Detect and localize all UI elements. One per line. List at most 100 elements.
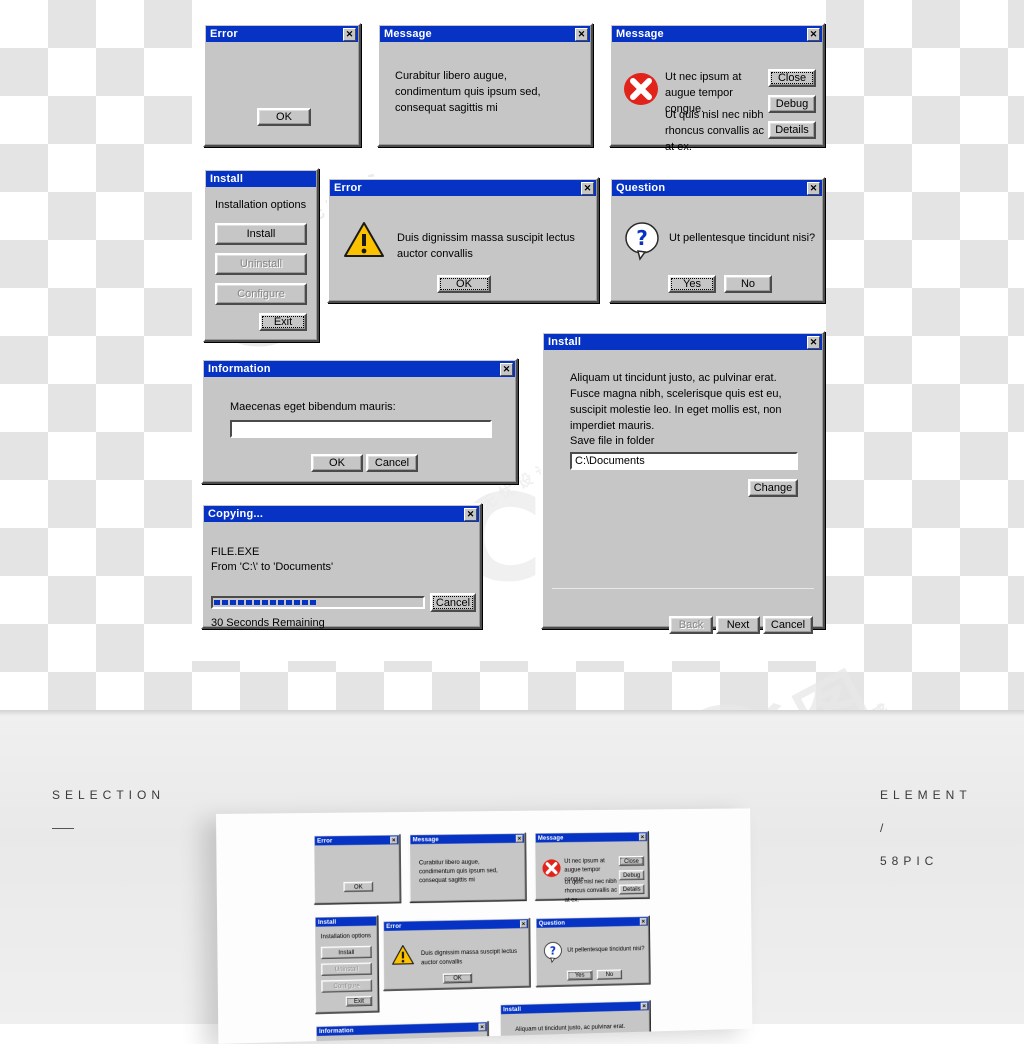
close-icon: ✕	[520, 920, 527, 927]
close-icon[interactable]: ✕	[807, 336, 820, 349]
close-icon: ✕	[516, 835, 523, 842]
preview-title: Question	[539, 918, 640, 927]
ok-button[interactable]: OK	[437, 275, 491, 293]
preview-dialog-information: Information ✕ Maecenas eget bibendum mau…	[315, 1021, 489, 1044]
progress-segment	[214, 600, 220, 605]
progress-segment	[286, 600, 292, 605]
dialog-install-options[interactable]: Install Installation options Install Uni…	[203, 168, 319, 342]
progress-segment	[294, 600, 300, 605]
text-input[interactable]	[230, 420, 492, 438]
folder-label: Save file in folder	[570, 434, 654, 450]
preview-title: Install	[318, 918, 375, 926]
cancel-button[interactable]: Cancel	[366, 454, 418, 472]
exit-button[interactable]: Exit	[259, 313, 307, 331]
dialog-title: Information	[208, 363, 500, 375]
configure-button: Configure	[321, 979, 372, 993]
warning-icon	[343, 221, 385, 262]
progress-segment	[238, 600, 244, 605]
cancel-button[interactable]: Cancel	[763, 616, 813, 634]
folder-input[interactable]	[570, 452, 798, 470]
dialog-error-ok[interactable]: Error ✕ OK	[203, 23, 361, 147]
progress-segment	[230, 600, 236, 605]
dialog-body: Curabitur libero augue, condimentum quis…	[379, 43, 591, 145]
close-icon[interactable]: ✕	[807, 28, 820, 41]
dialog-body: Maecenas eget bibendum mauris: OK Cancel	[203, 378, 516, 482]
no-button: No	[597, 969, 622, 979]
dialog-title: Error	[210, 28, 343, 40]
close-button[interactable]: Close	[768, 69, 816, 87]
back-button: Back	[669, 616, 713, 634]
close-icon[interactable]: ✕	[807, 182, 820, 195]
progress-segment	[302, 600, 308, 605]
dialog-title: Message	[384, 28, 575, 40]
no-button[interactable]: No	[724, 275, 772, 293]
close-icon[interactable]: ✕	[575, 28, 588, 41]
selection-label: SELECTION	[52, 788, 165, 802]
titlebar: Install	[206, 171, 316, 187]
preview-title: Message	[413, 835, 516, 843]
change-button[interactable]: Change	[748, 479, 798, 497]
ok-button[interactable]: OK	[257, 108, 311, 126]
uninstall-button: Uninstall	[215, 253, 307, 275]
preview-card-content: Error ✕ OK Message ✕ Curabitur libero au…	[313, 832, 576, 1044]
progress-segment	[270, 600, 276, 605]
dialog-title: Error	[334, 182, 581, 194]
dialog-body: Aliquam ut tincidunt justo, ac pulvinar …	[543, 351, 823, 627]
install-button: Install	[321, 946, 372, 959]
close-icon[interactable]: ✕	[464, 508, 477, 521]
dialog-body: OK	[205, 43, 359, 145]
ok-button: OK	[343, 882, 373, 893]
element-count: 58PIC	[880, 854, 938, 868]
close-icon[interactable]: ✕	[343, 28, 356, 41]
close-icon[interactable]: ✕	[500, 363, 513, 376]
install-button[interactable]: Install	[215, 223, 307, 245]
dialog-install-wizard[interactable]: Install ✕ Aliquam ut tincidunt justo, ac…	[541, 331, 825, 629]
next-button[interactable]: Next	[716, 616, 760, 634]
close-icon: ✕	[479, 1023, 486, 1030]
close-icon[interactable]: ✕	[581, 182, 594, 195]
dialog-question[interactable]: Question ✕ ? Ut pellentesque tincidunt n…	[609, 177, 825, 303]
svg-text:?: ?	[550, 945, 556, 958]
dialog-title: Message	[616, 28, 807, 40]
install-heading: Installation options	[321, 932, 371, 942]
wizard-description: Aliquam ut tincidunt justo, ac pulvinar …	[570, 371, 798, 435]
titlebar: Error ✕	[330, 180, 596, 196]
progress-segment	[254, 600, 260, 605]
message-text: Curabitur libero augue, condimentum quis…	[395, 69, 573, 117]
element-slash: /	[880, 821, 888, 835]
preview-title: Error	[317, 837, 390, 845]
yes-button[interactable]: Yes	[668, 275, 716, 293]
titlebar: Install ✕	[544, 334, 822, 350]
titlebar: Information ✕	[204, 361, 515, 377]
dialog-error-warning[interactable]: Error ✕ Duis dignissim massa suscipit le…	[327, 177, 599, 303]
close-icon: ✕	[640, 918, 647, 925]
dialog-body: Installation options Install Uninstall C…	[205, 188, 317, 340]
titlebar: Question ✕	[612, 180, 822, 196]
progress-segment	[222, 600, 228, 605]
preview-dialog-error-warning: Error ✕ Duis dignissim massa suscipit le…	[382, 918, 530, 991]
message-text: Curabitur libero augue, condimentum quis…	[419, 858, 515, 886]
dialog-body: FILE.EXE From 'C:\' to 'Documents' 30 Se…	[203, 523, 480, 627]
selection-dash	[52, 828, 74, 829]
titlebar: Message ✕	[612, 26, 822, 42]
error-icon	[542, 858, 561, 880]
close-button: Close	[619, 856, 644, 866]
titlebar: Message ✕	[380, 26, 590, 42]
debug-button[interactable]: Debug	[768, 95, 816, 113]
error-icon	[623, 71, 659, 110]
dialog-information[interactable]: Information ✕ Maecenas eget bibendum mau…	[201, 358, 518, 484]
preview-dialog-install-options: Install Installation options Install Uni…	[314, 915, 379, 1014]
preview-dialog-message-error: Message ✕ Ut nec ipsum at augue tempor c…	[534, 831, 649, 901]
close-icon: ✕	[641, 1002, 648, 1009]
details-button[interactable]: Details	[768, 121, 816, 139]
dialog-copying[interactable]: Copying... ✕ FILE.EXE From 'C:\' to 'Doc…	[201, 503, 482, 629]
question-icon: ?	[543, 941, 562, 965]
dialog-message-text[interactable]: Message ✕ Curabitur libero augue, condim…	[377, 23, 593, 147]
preview-dialog-question: Question ✕ ? Ut pellentesque tincidunt n…	[535, 915, 650, 987]
preview-card: Error ✕ OK Message ✕ Curabitur libero au…	[216, 808, 752, 1044]
progress-segment	[262, 600, 268, 605]
ok-button[interactable]: OK	[311, 454, 363, 472]
cancel-button[interactable]: Cancel	[430, 593, 476, 612]
warning-text: Duis dignissim massa suscipit lectus auc…	[421, 947, 529, 967]
dialog-message-error[interactable]: Message ✕ Ut nec ipsum at augue tempor c…	[609, 23, 825, 147]
